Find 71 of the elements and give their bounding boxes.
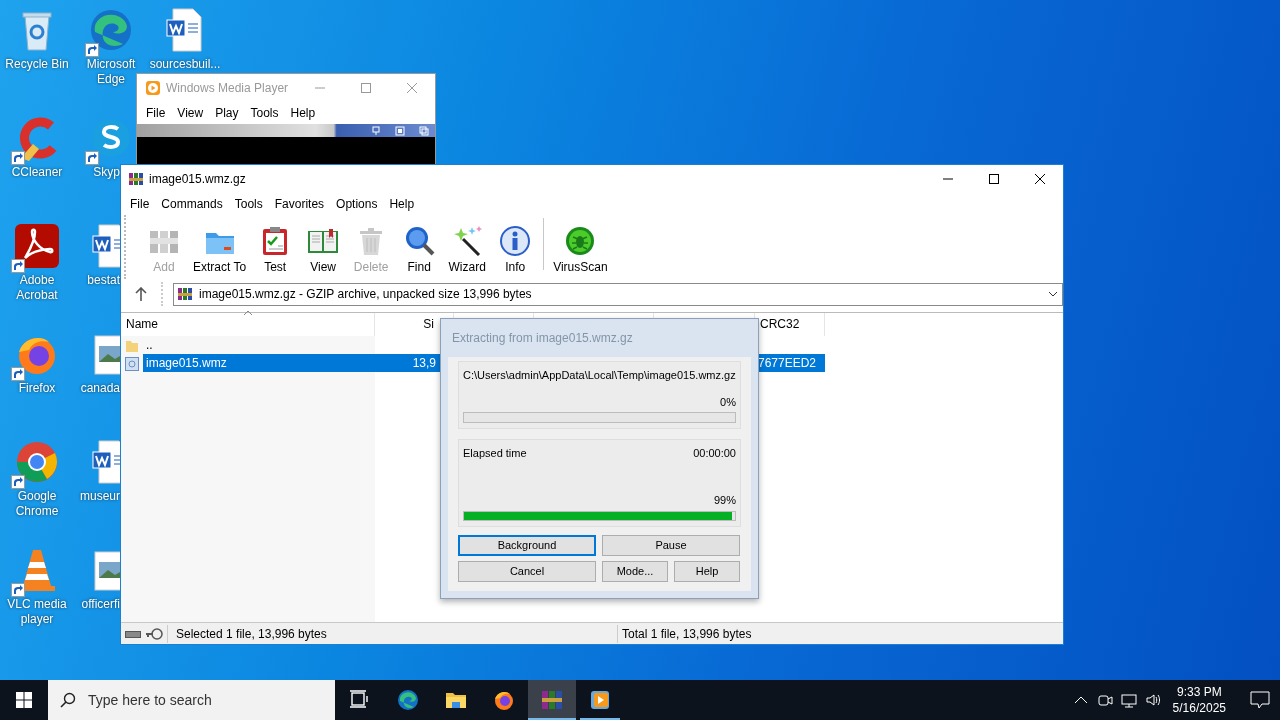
play-app-icon [145,80,161,96]
status-text: Selected 1 file, 13,996 bytes [167,624,617,643]
windows-logo-icon [16,692,32,708]
elapsed-label: Elapsed time [463,446,527,461]
toolbar-button[interactable]: VirusScan [548,225,613,274]
window-title: Windows Media Player [166,80,290,97]
column-header[interactable]: Name [121,313,375,336]
dialog-button[interactable]: Mode... [602,561,668,582]
window-mode-icon[interactable] [395,125,405,136]
up-arrow-icon [135,287,147,301]
dropdown-caret-icon[interactable] [1048,291,1058,297]
menu-item[interactable]: Help [383,194,421,214]
menu-item[interactable]: Favorites [268,194,331,214]
dialog-title: Extracting from image015.wmz.gz [451,330,634,347]
menu-item[interactable]: Tools [228,194,269,214]
mini-player-icon[interactable] [371,125,381,136]
folder-icon [125,338,139,353]
dialog-button[interactable]: Background [458,535,596,556]
books-archive-icon [177,286,193,302]
file-path: C:\Users\admin\AppData\Local\Temp\image015.wmz.gz [463,368,736,383]
menu-item[interactable]: Options [330,194,384,214]
percent-text: 0% [719,394,736,410]
address-combobox[interactable]: image015.wmz.gz - GZIP archive, unpacked size 13,996 bytes [173,282,1063,306]
dialog-button[interactable]: Help [674,561,740,582]
toolbar-button[interactable]: Find [395,225,444,274]
search-field[interactable]: Type here to search [86,682,326,718]
books-app-icon [540,688,564,712]
file-name[interactable]: .. [143,336,375,354]
file-name[interactable]: image015.wmz [143,354,375,372]
clock-time[interactable]: 9:33 PM [1176,684,1222,700]
menu-item[interactable]: File [140,103,172,123]
sort-caret-icon [243,310,253,316]
books-app-icon [128,171,144,187]
clock-date[interactable]: 5/16/2025 [1172,700,1226,716]
maximize-icon [989,174,999,184]
close-icon [407,83,417,93]
percent-text: 99% [712,492,736,508]
key-icon [145,627,163,640]
menu-item[interactable]: File [124,194,156,214]
volume-icon[interactable] [1144,692,1161,708]
camera-icon[interactable] [1096,692,1113,708]
maximize-icon [361,83,371,93]
swirl-logo-icon [396,688,420,712]
status-text: Total 1 file, 13,996 bytes [617,624,752,643]
search-box[interactable]: Type here to search [48,680,335,720]
play-app-icon [588,688,612,712]
toolbar-button[interactable]: Extract To [188,225,252,274]
toolbar-button[interactable]: Test [251,225,300,274]
dialog-button[interactable]: Cancel [458,561,596,582]
notification-icon[interactable] [1250,691,1270,709]
pdf-logo-icon[interactable] [13,222,61,270]
menu-item[interactable]: View [171,103,210,123]
info-icon [499,225,532,257]
menu-item[interactable]: Commands [155,194,229,214]
window-title: image015.wmz.gz [149,171,247,188]
menu-item[interactable]: Tools [244,103,285,123]
network-icon[interactable] [1120,692,1137,708]
close-icon [1035,174,1045,184]
toolbar-button[interactable]: Wizard [443,225,492,274]
dialog-button[interactable]: Pause [602,535,740,556]
menu-item[interactable]: Help [284,103,322,123]
toolbar-button[interactable]: Info [491,225,540,274]
magnifier-icon [403,225,436,257]
bug-scan-icon [564,225,597,257]
search-icon [60,692,76,708]
switch-view-icon[interactable] [419,125,429,136]
toolbar-button[interactable]: View [299,225,348,274]
elapsed-time: 00:00:00 [693,446,736,461]
image-file-icon [125,356,139,371]
drive-icon [125,628,141,639]
menu-item[interactable]: Play [209,103,245,123]
